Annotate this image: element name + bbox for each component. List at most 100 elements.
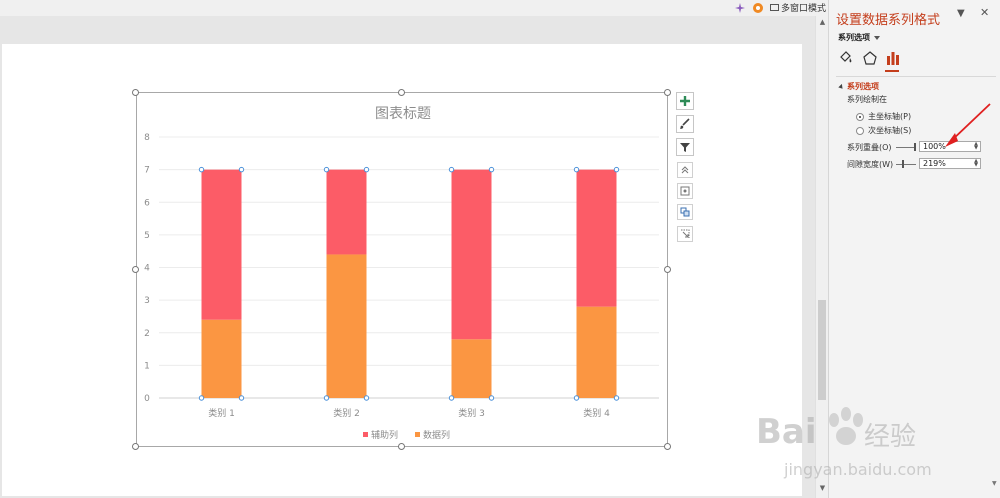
- overlap-spinbox[interactable]: 100% ▲ ▼: [919, 141, 981, 152]
- watermark-url: jingyan.baidu.com: [784, 460, 932, 479]
- legend-entry[interactable]: 辅助列: [371, 429, 398, 441]
- collapse-button[interactable]: [677, 162, 693, 178]
- multi-window-button[interactable]: 多窗口模式: [770, 1, 826, 14]
- x-tick-label: 类别 1: [208, 407, 235, 419]
- selection-handle[interactable]: [488, 166, 495, 173]
- section-header-series-options[interactable]: 系列选项: [838, 81, 879, 92]
- watermark-brand-tail: 经验: [864, 422, 917, 452]
- selection-handle[interactable]: [323, 166, 330, 173]
- y-axis-ticks: 0 1 2 3 4 5 6 7 8: [144, 133, 150, 404]
- pane-title: 设置数据系列格式: [836, 13, 941, 28]
- selection-handle[interactable]: [573, 166, 580, 173]
- resize-handle-bottom-left[interactable]: [132, 443, 139, 450]
- size-button[interactable]: [677, 226, 693, 242]
- plus-icon: [680, 96, 690, 106]
- arrange-button[interactable]: [677, 204, 693, 220]
- bar-segment[interactable]: [576, 306, 617, 398]
- brush-icon: [680, 118, 690, 129]
- selection-handle[interactable]: [488, 395, 495, 401]
- resize-handle-right[interactable]: [664, 266, 671, 273]
- series-options-dropdown[interactable]: 系列选项: [838, 32, 880, 43]
- resize-handle-bottom[interactable]: [398, 443, 405, 450]
- pane-close-button[interactable]: ✕: [980, 6, 989, 19]
- x-tick-label: 类别 2: [333, 407, 360, 419]
- watermark-brand: Bai: [756, 412, 817, 452]
- selection-handle[interactable]: [198, 395, 205, 401]
- scroll-up-icon[interactable]: ▲: [818, 18, 827, 27]
- selection-handle[interactable]: [323, 395, 330, 401]
- collapse-triangle-icon: [838, 83, 845, 90]
- bar-segment[interactable]: [201, 319, 242, 398]
- resize-handle-top-right[interactable]: [664, 89, 671, 96]
- double-chevron-up-icon: [681, 166, 689, 174]
- app-window: { "topbar": { "multi_window_label": "多窗口…: [0, 0, 1000, 498]
- chart-title[interactable]: 图表标题: [375, 106, 431, 122]
- gap-width-slider[interactable]: [896, 160, 916, 168]
- sparkle-icon[interactable]: [734, 2, 746, 14]
- pane-options-dropdown[interactable]: ▼: [957, 8, 965, 19]
- multi-window-label: 多窗口模式: [781, 4, 827, 14]
- effects-icon[interactable]: [862, 50, 878, 66]
- y-tick-label: 7: [144, 166, 150, 176]
- secondary-axis-label: 次坐标轴(S): [868, 126, 912, 135]
- settings-icon[interactable]: [752, 2, 764, 14]
- y-tick-label: 0: [144, 394, 150, 404]
- secondary-axis-radio[interactable]: 次坐标轴(S): [856, 125, 911, 136]
- baidu-watermark: Bai 经验 jingyan.baidu.com: [754, 398, 994, 488]
- overlap-slider[interactable]: [896, 143, 916, 151]
- spin-arrows-icon[interactable]: ▲ ▼: [973, 159, 979, 168]
- top-toolbar-strip: 多窗口模式: [0, 0, 828, 16]
- resize-handle-bottom-right[interactable]: [664, 443, 671, 450]
- selection-handle[interactable]: [238, 395, 245, 401]
- plot-on-label: 系列绘制在: [847, 95, 887, 104]
- selection-handle[interactable]: [448, 166, 455, 173]
- chart-filters-button[interactable]: [676, 138, 694, 156]
- radio-checked-icon: [856, 112, 864, 121]
- pane-divider: [836, 76, 996, 77]
- bar-segment[interactable]: [451, 339, 492, 398]
- slider-knob[interactable]: [902, 160, 904, 168]
- selection-handle[interactable]: [613, 166, 620, 173]
- primary-axis-radio[interactable]: 主坐标轴(P): [856, 111, 911, 122]
- legend-entry[interactable]: 数据列: [423, 429, 450, 441]
- y-tick-label: 6: [144, 198, 150, 208]
- selection-handle[interactable]: [198, 166, 205, 173]
- chart-svg: 图表标题 0 1 2 3 4 5 6 7 8 类别 1 类别 2 类别 3 类别 4 辅助列 数据列: [144, 106, 659, 441]
- bar-segment[interactable]: [326, 169, 367, 255]
- selection-handle[interactable]: [363, 166, 370, 173]
- gap-width-spinbox[interactable]: 219% ▲ ▼: [919, 158, 981, 169]
- y-tick-label: 3: [144, 296, 150, 306]
- slider-knob[interactable]: [914, 143, 916, 151]
- scroll-thumb[interactable]: [818, 300, 826, 400]
- bar-segment[interactable]: [451, 169, 492, 340]
- bar-segment[interactable]: [576, 169, 617, 307]
- spin-arrows-icon[interactable]: ▲ ▼: [973, 142, 979, 151]
- radio-unchecked-icon: [856, 126, 864, 135]
- fill-line-icon[interactable]: [838, 50, 854, 66]
- x-tick-label: 类别 3: [458, 407, 485, 419]
- overlap-value: 100%: [923, 142, 946, 151]
- chart-styles-button[interactable]: [676, 115, 694, 133]
- selection-handle[interactable]: [448, 395, 455, 401]
- chart-legend[interactable]: 辅助列 数据列: [363, 429, 450, 441]
- resize-handle-left[interactable]: [132, 266, 139, 273]
- resize-handle-top-left[interactable]: [132, 89, 139, 96]
- selection-handle[interactable]: [363, 395, 370, 401]
- active-tab-indicator: [885, 70, 899, 72]
- chevron-down-icon: ▼: [957, 8, 965, 19]
- bar-segment[interactable]: [326, 254, 367, 398]
- layout-options-button[interactable]: [677, 183, 693, 199]
- overlap-label: 系列重叠(O): [847, 143, 892, 152]
- selection-handle[interactable]: [613, 395, 620, 401]
- y-tick-label: 5: [144, 231, 150, 241]
- bar-segment[interactable]: [201, 169, 242, 320]
- selection-handle[interactable]: [573, 395, 580, 401]
- series-options-dropdown-label: 系列选项: [838, 33, 870, 42]
- chart-area[interactable]: 图表标题 0 1 2 3 4 5 6 7 8 类别 1 类别 2 类别 3 类别 4 辅助列 数据列: [136, 92, 668, 447]
- resize-handle-top[interactable]: [398, 89, 405, 96]
- window-icon: [770, 4, 779, 11]
- chart-elements-button[interactable]: [676, 92, 694, 110]
- selection-handle[interactable]: [238, 166, 245, 173]
- close-icon: ✕: [980, 6, 990, 19]
- series-options-icon[interactable]: [885, 50, 901, 66]
